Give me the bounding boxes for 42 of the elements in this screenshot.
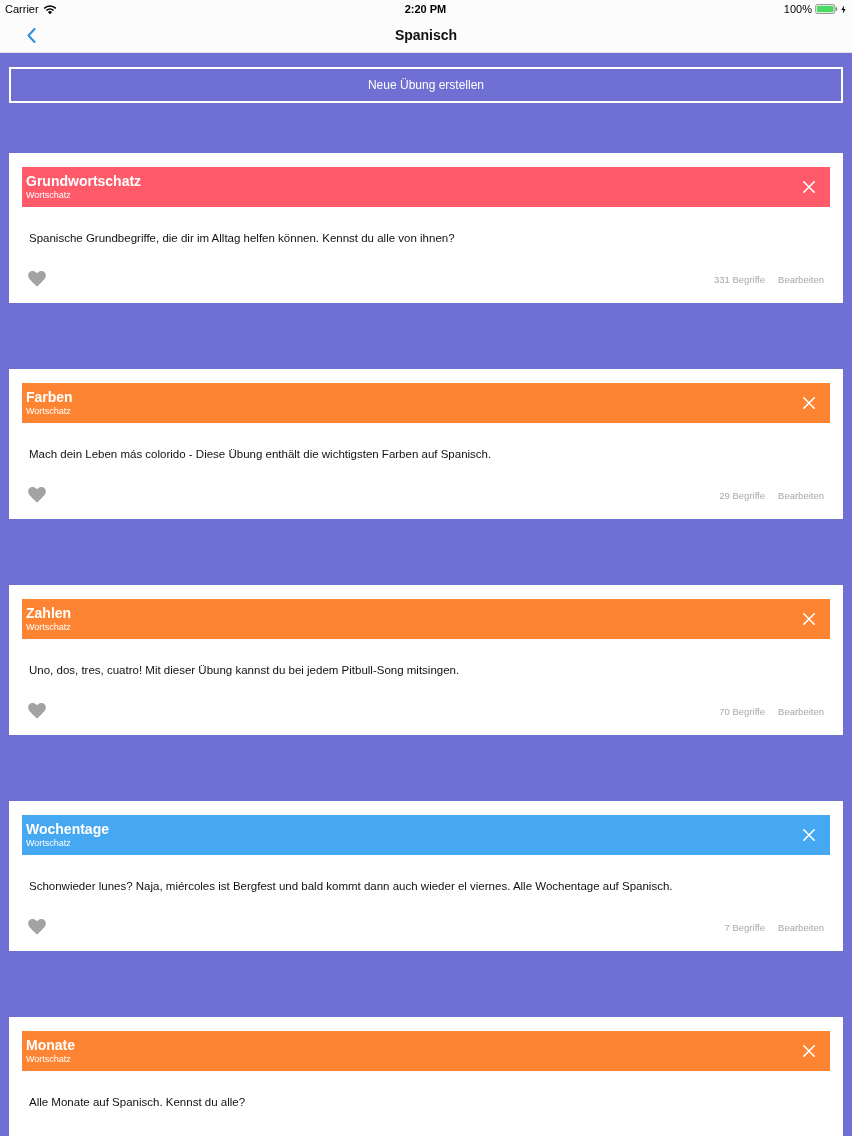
exercise-title: Wochentage [26, 821, 109, 837]
heart-icon[interactable] [28, 271, 46, 287]
edit-button[interactable]: Bearbeiten [778, 921, 824, 933]
exercise-category: Wortschatz [26, 622, 72, 633]
charging-bolt-icon [841, 4, 846, 14]
heart-icon[interactable] [28, 487, 46, 503]
close-icon[interactable] [803, 613, 815, 625]
back-button[interactable] [26, 27, 36, 43]
battery-icon [815, 4, 838, 14]
close-icon[interactable] [803, 397, 815, 409]
exercise-description: Spanische Grundbegriffe, die dir im Alltag helfen können. Kennst du alle von ihnen? [29, 231, 456, 246]
close-icon[interactable] [803, 1045, 815, 1057]
page-title: Spanisch [394, 27, 458, 43]
exercise-category: Wortschatz [26, 406, 72, 417]
exercise-title: Zahlen [26, 605, 72, 621]
close-icon[interactable] [803, 829, 815, 841]
edit-button[interactable]: Bearbeiten [778, 273, 824, 285]
exercise-description: Uno, dos, tres, cuatro! Mit dieser Übung kannst du bei jedem Pitbull-Song mitsingen. [29, 663, 461, 678]
exercise-description: Alle Monate auf Spanisch. Kennst du alle? [29, 1095, 247, 1110]
term-count: 70 Begriffe [719, 705, 766, 717]
term-count: 7 Begriffe [724, 921, 766, 933]
edit-button[interactable]: Bearbeiten [778, 705, 824, 717]
chevron-left-icon [26, 27, 36, 43]
exercise-category: Wortschatz [26, 190, 72, 201]
exercise-description: Mach dein Leben más colorido - Diese Übung enthält die wichtigsten Farben auf Spanisch. [29, 447, 493, 462]
wifi-icon [42, 3, 57, 15]
carrier-label: Carrier [5, 3, 39, 15]
exercise-description: Schonwieder lunes? Naja, miércoles ist Bergfest und bald kommt dann auch wieder el viernes. Alle Wochentage auf Spanisch. [29, 879, 674, 894]
heart-icon[interactable] [28, 919, 46, 935]
exercise-title: Farben [26, 389, 73, 405]
exercise-category: Wortschatz [26, 838, 72, 849]
term-count: 29 Begriffe [719, 489, 766, 501]
heart-icon[interactable] [28, 703, 46, 719]
close-icon[interactable] [803, 181, 815, 193]
battery-percentage: 100% [783, 3, 812, 15]
clock-time: 2:20 PM [404, 3, 447, 15]
exercise-title: Grundwortschatz [26, 173, 142, 189]
new-exercise-button[interactable]: Neue Übung erstellen [9, 67, 843, 103]
edit-button[interactable]: Bearbeiten [778, 489, 824, 501]
exercise-title: Monate [26, 1037, 75, 1053]
exercise-category: Wortschatz [26, 1054, 72, 1065]
term-count: 331 Begriffe [714, 273, 766, 285]
